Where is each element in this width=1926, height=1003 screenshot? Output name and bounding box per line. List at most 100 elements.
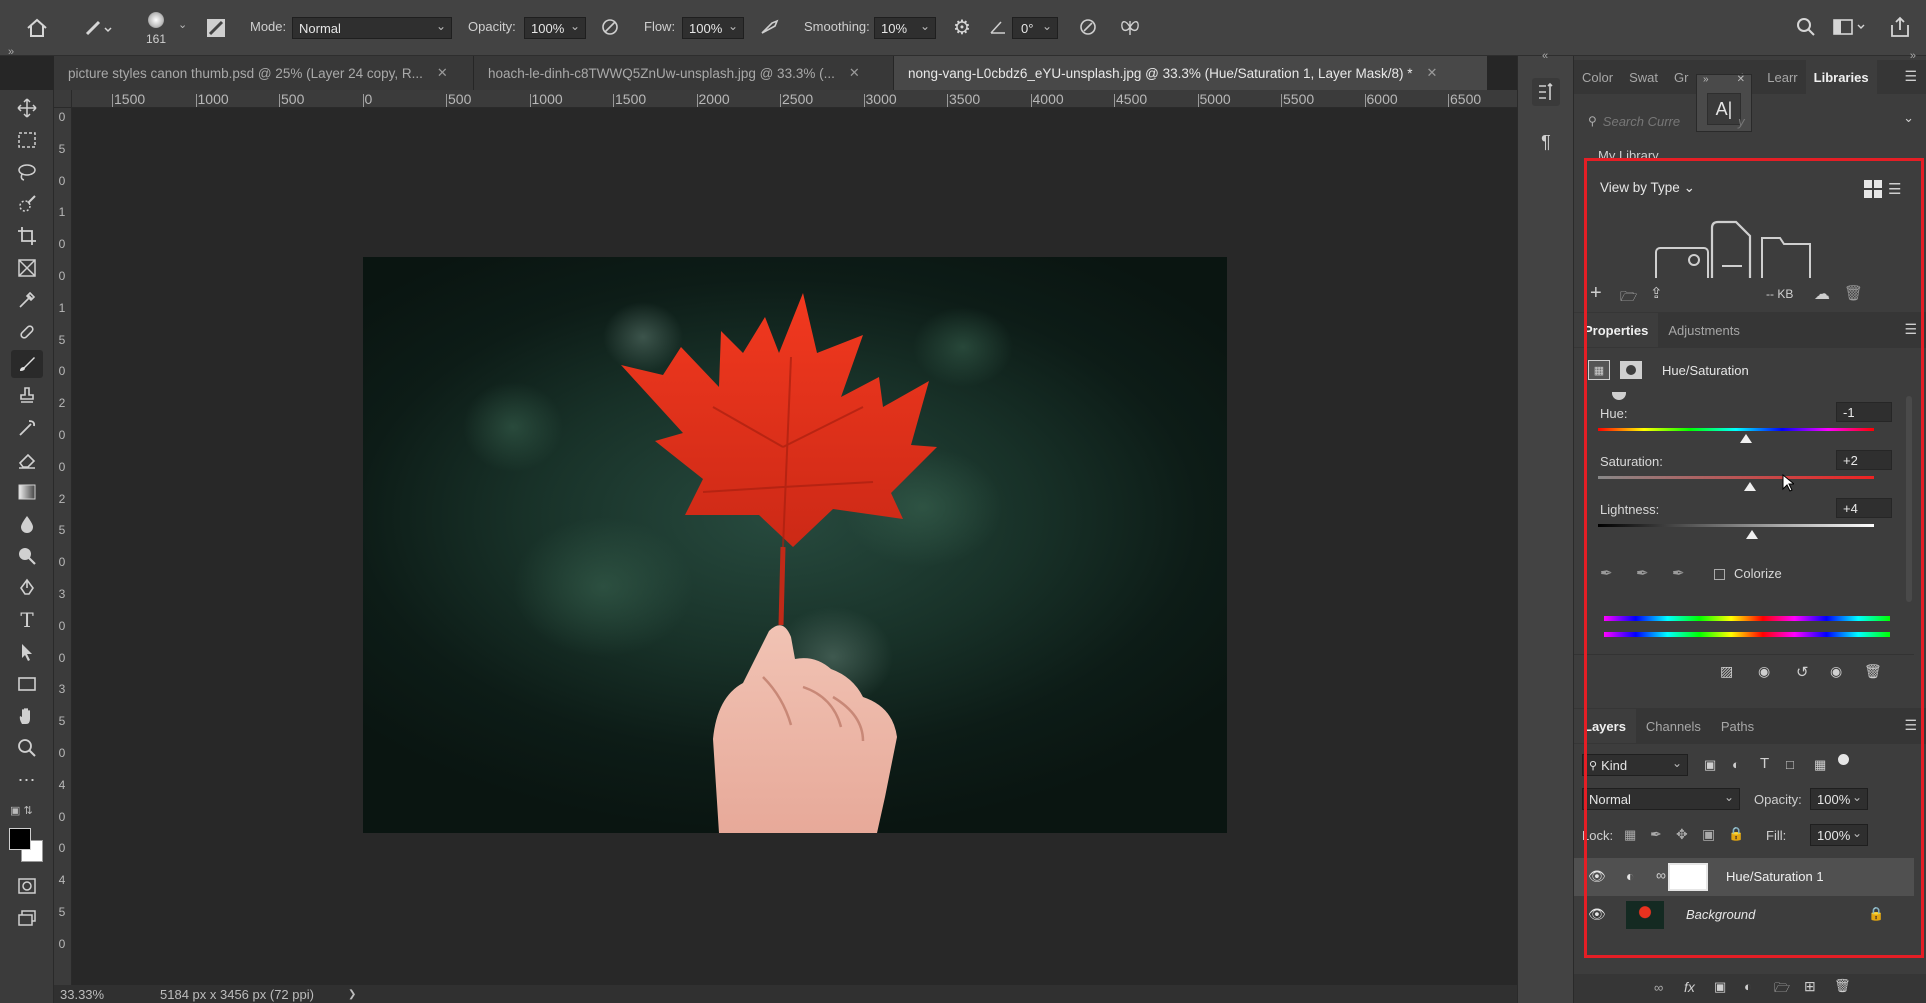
delete-layer-icon[interactable]: 🗑 xyxy=(1834,978,1851,994)
fill-field[interactable]: 100% xyxy=(1810,824,1868,846)
new-adjustment-icon[interactable]: ◐ xyxy=(1744,979,1752,994)
adjustment-filter-icon[interactable]: ◐ xyxy=(1732,757,1740,772)
trash-icon[interactable]: 🗑 xyxy=(1844,284,1863,302)
pixel-filter-icon[interactable]: ▣ xyxy=(1704,757,1716,773)
saturation-track[interactable] xyxy=(1598,476,1874,479)
type-filter-icon[interactable]: T xyxy=(1760,755,1769,772)
layer-opacity-field[interactable]: 100% xyxy=(1810,788,1868,810)
lock-position-icon[interactable]: ✥ xyxy=(1676,826,1688,843)
library-selector[interactable]: My Library xyxy=(1582,148,1920,158)
dodge-tool-icon[interactable] xyxy=(11,542,43,570)
lock-transparency-icon[interactable]: ▦ xyxy=(1624,827,1636,843)
lightness-slider-thumb[interactable] xyxy=(1746,530,1758,539)
document-tab[interactable]: hoach-le-dinh-c8TWWQ5ZnUw-unsplash.jpg @… xyxy=(474,56,894,90)
tab-layers[interactable]: Layers xyxy=(1574,709,1636,743)
gear-icon[interactable]: ⚙ xyxy=(950,15,974,39)
blur-tool-icon[interactable] xyxy=(11,510,43,538)
lightness-value-field[interactable]: +4 xyxy=(1836,498,1892,518)
layer-row-selected[interactable]: 👁 ◐ ∞ Hue/Saturation 1 xyxy=(1574,858,1914,896)
document-tab-active[interactable]: nong-vang-L0cbdz6_eYU-unsplash.jpg @ 33.… xyxy=(894,56,1488,90)
layer-mask-thumbnail[interactable] xyxy=(1668,863,1708,891)
screen-mode-icon[interactable] xyxy=(11,904,43,932)
chevron-down-icon[interactable]: ⌄ xyxy=(1903,110,1914,126)
zoom-level[interactable]: 33.33% xyxy=(60,987,150,1002)
tab-color[interactable]: Color xyxy=(1574,60,1621,94)
panel-menu-icon[interactable]: ☰ xyxy=(1904,717,1917,734)
cloud-icon[interactable]: ☁ xyxy=(1814,284,1830,304)
trash-icon[interactable]: 🗑 xyxy=(1864,663,1882,680)
swap-colors-icon[interactable]: ▣ ⇅ xyxy=(10,804,42,818)
eyedropper-subtract-icon[interactable]: ✒ xyxy=(1672,564,1685,582)
shape-filter-icon[interactable]: □ xyxy=(1786,757,1794,772)
lock-artboard-icon[interactable]: ▣ xyxy=(1702,826,1715,843)
frame-tool-icon[interactable] xyxy=(11,254,43,282)
status-menu-arrow-icon[interactable]: ❯ xyxy=(348,989,356,1000)
panel-menu-icon[interactable]: ☰ xyxy=(1904,321,1917,338)
lightness-track[interactable] xyxy=(1598,524,1874,527)
gradient-tool-icon[interactable] xyxy=(11,478,43,506)
link-layers-icon[interactable]: ∞ xyxy=(1654,980,1663,995)
smoothing-field[interactable]: 10% xyxy=(874,17,936,39)
move-tool-icon[interactable] xyxy=(11,94,43,122)
mode-dropdown[interactable]: Normal xyxy=(292,17,452,39)
lasso-tool-icon[interactable] xyxy=(11,158,43,186)
rectangle-tool-icon[interactable] xyxy=(11,670,43,698)
paragraph-panel-icon[interactable]: ¶ xyxy=(1532,128,1560,156)
tab-learn[interactable]: Learr xyxy=(1759,60,1805,94)
clip-to-layer-icon[interactable]: ▨ xyxy=(1720,663,1733,680)
upload-icon[interactable]: ⇪ xyxy=(1650,284,1663,302)
healing-brush-tool-icon[interactable] xyxy=(11,318,43,346)
tab-gradients[interactable]: Gr xyxy=(1666,60,1696,94)
layer-row[interactable]: 👁 Background 🔒 xyxy=(1574,896,1914,934)
pressure-opacity-icon[interactable] xyxy=(598,15,622,39)
hue-slider-thumb[interactable] xyxy=(1740,434,1752,443)
home-icon[interactable] xyxy=(22,14,52,42)
blend-mode-dropdown[interactable]: Normal xyxy=(1582,788,1740,810)
zoom-tool-icon[interactable] xyxy=(11,734,43,762)
type-tool-icon[interactable]: T xyxy=(11,606,43,634)
add-mask-icon[interactable]: ▣ xyxy=(1714,979,1726,995)
path-selection-tool-icon[interactable] xyxy=(11,638,43,666)
hand-tool-icon[interactable] xyxy=(11,702,43,730)
adjustment-layer-icon[interactable]: ▦ xyxy=(1588,360,1610,380)
quick-selection-tool-icon[interactable] xyxy=(11,190,43,218)
history-panel-icon[interactable] xyxy=(1532,78,1560,106)
visibility-eye-icon[interactable]: 👁 xyxy=(1588,868,1606,885)
tab-channels[interactable]: Channels xyxy=(1636,709,1711,743)
more-tools-icon[interactable]: ⋯ xyxy=(11,766,43,794)
quick-mask-icon[interactable] xyxy=(11,872,43,900)
visibility-eye-icon[interactable]: 👁 xyxy=(1588,906,1606,923)
view-by-type-dropdown[interactable]: View by Type ⌄ xyxy=(1600,180,1695,196)
close-icon[interactable]: ✕ xyxy=(437,65,448,81)
angle-field[interactable]: 0° xyxy=(1012,17,1058,39)
tab-libraries[interactable]: Libraries xyxy=(1806,60,1877,94)
symmetry-butterfly-icon[interactable] xyxy=(1118,15,1142,39)
reset-icon[interactable]: ↺ xyxy=(1796,663,1809,681)
panel-collapse-icon[interactable]: « xyxy=(1542,50,1548,62)
search-icon[interactable] xyxy=(1794,15,1818,39)
clone-stamp-tool-icon[interactable] xyxy=(11,382,43,410)
pen-tool-icon[interactable] xyxy=(11,574,43,602)
marquee-tool-icon[interactable] xyxy=(11,126,43,154)
fx-icon[interactable]: fx xyxy=(1684,979,1695,995)
airbrush-icon[interactable] xyxy=(758,15,782,39)
eyedropper-add-icon[interactable]: ✒ xyxy=(1636,564,1649,582)
visibility-icon[interactable]: ◉ xyxy=(1830,663,1842,680)
saturation-value-field[interactable]: +2 xyxy=(1836,450,1892,470)
link-chain-icon[interactable]: ∞ xyxy=(1656,867,1666,883)
toolbar-collapse-icon[interactable]: » xyxy=(8,46,14,58)
filter-toggle-icon[interactable] xyxy=(1838,754,1849,765)
tab-adjustments[interactable]: Adjustments xyxy=(1658,313,1750,347)
crop-tool-icon[interactable] xyxy=(11,222,43,250)
lock-all-icon[interactable]: 🔒 xyxy=(1728,826,1744,842)
eyedropper-tool-icon[interactable] xyxy=(11,286,43,314)
layer-name[interactable]: Hue/Saturation 1 xyxy=(1726,869,1824,884)
eraser-tool-icon[interactable] xyxy=(11,446,43,474)
history-brush-tool-icon[interactable] xyxy=(11,414,43,442)
panel-menu-icon[interactable]: ☰ xyxy=(1904,68,1917,85)
layer-name[interactable]: Background xyxy=(1686,907,1755,922)
brush-preset-picker[interactable]: 161 ⌄ xyxy=(140,8,190,50)
new-group-icon[interactable]: 🗁 xyxy=(1774,979,1790,1001)
new-layer-icon[interactable]: ⊞ xyxy=(1804,978,1816,995)
layer-filter-kind-dropdown[interactable]: ⚲Kind xyxy=(1582,754,1688,776)
